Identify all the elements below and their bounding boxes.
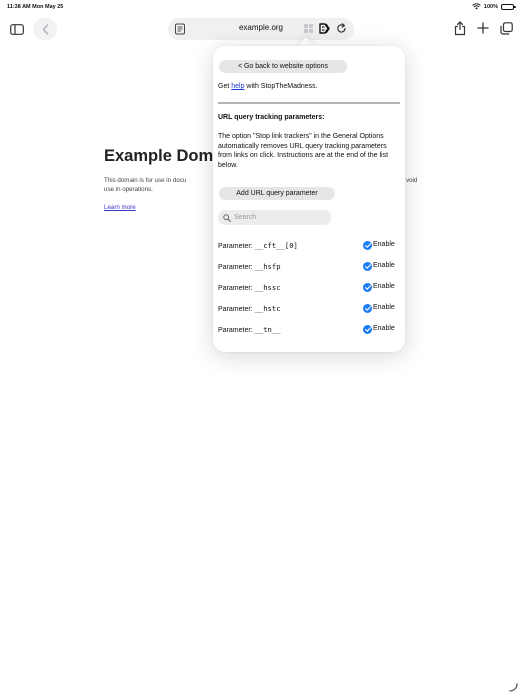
checkmark-icon (364, 285, 371, 290)
learn-more-link[interactable]: Learn more (104, 204, 136, 211)
search-icon (223, 213, 231, 222)
enable-label[interactable]: Enable (373, 262, 395, 269)
search-input[interactable]: Search (218, 210, 331, 225)
parameter-name: __hssc (254, 283, 281, 292)
status-time-date: 11:38 AM Mon May 25 (7, 4, 64, 10)
parameter-prefix: Parameter: (218, 285, 255, 292)
section-description: The option "Stop link trackers" in the G… (218, 133, 389, 169)
parameter-name: __hsfp (254, 262, 281, 271)
parameter-name: __tn__ (254, 325, 281, 334)
checkmark-icon (364, 306, 371, 311)
browser-toolbar: example.org (0, 14, 522, 44)
parameter-name: __hstc (254, 304, 281, 313)
checkmark-icon (364, 327, 371, 332)
parameter-label: Parameter: __hssc (218, 283, 281, 292)
extension-icon[interactable] (318, 22, 332, 35)
enable-label[interactable]: Enable (373, 325, 395, 332)
battery-percent: 100% (483, 3, 498, 10)
parameter-label: Parameter: __hstc (218, 304, 281, 313)
page-body-line-1: This domain is for use in docu (104, 177, 187, 184)
parameter-prefix: Parameter: (218, 306, 255, 313)
new-tab-button[interactable] (474, 18, 492, 38)
sidebar-icon (10, 23, 24, 35)
parameter-row: Parameter: __cft__[0] Enable (218, 240, 400, 252)
checkmark-icon (364, 264, 371, 269)
help-prefix: Get (218, 83, 232, 90)
share-icon (454, 20, 466, 35)
parameter-label: Parameter: __hsfp (218, 262, 281, 271)
tabs-icon (499, 21, 513, 35)
battery-icon (501, 3, 516, 10)
parameter-prefix: Parameter: (218, 264, 255, 271)
sidebar-button[interactable] (7, 19, 27, 39)
enable-checkbox[interactable] (363, 325, 372, 334)
wifi-icon (472, 3, 481, 10)
status-indicators: 100% (472, 3, 516, 10)
enable-checkbox[interactable] (363, 241, 372, 250)
enable-checkbox[interactable] (363, 304, 372, 313)
parameter-prefix: Parameter: (218, 243, 255, 250)
page-heading: Example Doma (104, 147, 223, 165)
go-back-button[interactable]: < Go back to website options (219, 60, 347, 73)
extension-popover: < Go back to website options Get help wi… (213, 46, 405, 352)
parameter-prefix: Parameter: (218, 327, 255, 334)
parameter-row: Parameter: __hsfp Enable (218, 261, 400, 273)
enable-label[interactable]: Enable (373, 241, 395, 248)
add-parameter-button[interactable]: Add URL query parameter (219, 187, 335, 200)
checkmark-icon (364, 243, 371, 248)
search-placeholder: Search (234, 213, 257, 221)
enable-label[interactable]: Enable (373, 304, 395, 311)
enable-checkbox[interactable] (363, 283, 372, 292)
section-title: URL query tracking parameters: (218, 114, 325, 121)
page-body-line-2: use in operations. (104, 186, 153, 193)
parameter-row: Parameter: __tn__ Enable (218, 324, 400, 336)
parameter-label: Parameter: __cft__[0] (218, 241, 298, 250)
section-divider (218, 102, 400, 104)
page-body-text: This domain is for use in docu use in op… (104, 176, 186, 194)
enable-label[interactable]: Enable (373, 283, 395, 290)
reload-icon[interactable] (336, 23, 347, 34)
page-body-tail: void (406, 177, 418, 184)
back-button[interactable] (33, 18, 57, 40)
parameter-label: Parameter: __tn__ (218, 325, 281, 334)
resize-handle-icon[interactable] (508, 682, 518, 692)
parameter-row: Parameter: __hstc Enable (218, 303, 400, 315)
parameter-name: __cft__[0] (254, 241, 298, 250)
help-suffix: with StopTheMadness. (244, 83, 318, 90)
enable-checkbox[interactable] (363, 262, 372, 271)
help-link[interactable]: help (231, 83, 244, 90)
help-line: Get help with StopTheMadness. (218, 83, 318, 90)
plus-icon (477, 22, 489, 34)
status-bar: 11:38 AM Mon May 25 100% (0, 0, 522, 14)
back-icon (42, 23, 48, 35)
share-button[interactable] (451, 18, 469, 38)
puzzle-icon[interactable] (303, 23, 314, 34)
tab-overview-button[interactable] (496, 18, 516, 38)
parameter-row: Parameter: __hssc Enable (218, 282, 400, 294)
address-bar[interactable]: example.org (168, 18, 354, 40)
